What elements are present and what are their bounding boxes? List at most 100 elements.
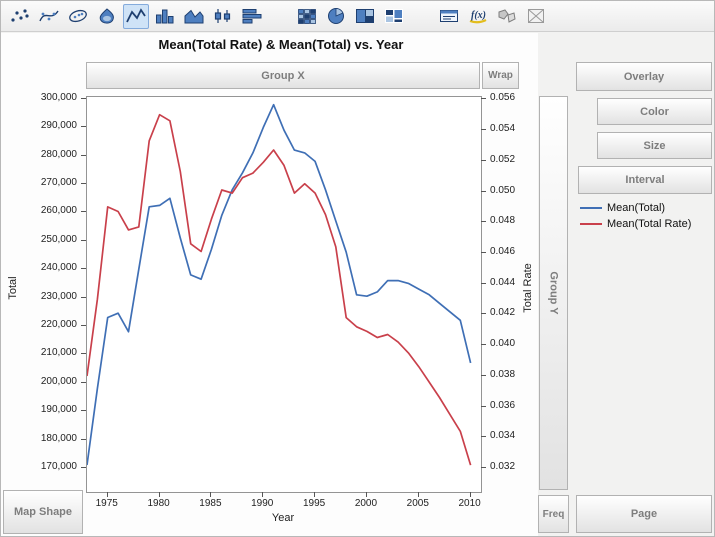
x-tick-label: 2005 (398, 498, 438, 509)
drop-zone-map-shape[interactable]: Map Shape (3, 490, 83, 534)
y-left-tick-label: 230,000 (41, 291, 77, 302)
y-axis-left-label: Total (7, 276, 19, 299)
x-tick-mark (470, 492, 471, 497)
x-tick-label: 2010 (450, 498, 490, 509)
y-left-tick-mark (81, 155, 86, 156)
x-tick-mark (159, 492, 160, 497)
y-right-tick-label: 0.032 (490, 461, 515, 472)
x-tick-mark (210, 492, 211, 497)
y-left-tick-mark (81, 467, 86, 468)
y-left-tick-mark (81, 353, 86, 354)
line-icon[interactable] (123, 4, 149, 29)
y-left-tick-label: 260,000 (41, 205, 77, 216)
y-axis-right-label: Total Rate (522, 263, 534, 313)
y-left-tick-mark (81, 410, 86, 411)
x-tick-mark (314, 492, 315, 497)
y-left-tick-label: 200,000 (41, 376, 77, 387)
x-axis-ticks: 19751980198519901995200020052010 (86, 492, 481, 512)
x-axis-label: Year (86, 512, 480, 524)
x-tick-label: 1995 (294, 498, 334, 509)
drop-zone-group-y[interactable]: Group Y (539, 96, 568, 490)
legend-item[interactable]: Mean(Total Rate) (580, 218, 712, 230)
toolbar: f(x) (1, 1, 715, 32)
y-left-tick-label: 210,000 (41, 347, 77, 358)
box-plot-icon[interactable] (210, 4, 236, 29)
y-left-tick-mark (81, 297, 86, 298)
y-right-tick-label: 0.050 (490, 185, 515, 196)
pie-icon[interactable] (323, 4, 349, 29)
y-right-tick-mark (481, 436, 486, 437)
y-left-tick-mark (81, 126, 86, 127)
y-right-tick-label: 0.048 (490, 215, 515, 226)
drop-zone-freq[interactable]: Freq (538, 495, 569, 533)
y-right-tick-label: 0.056 (490, 92, 515, 103)
legend-label: Mean(Total Rate) (607, 218, 691, 230)
y-right-tick-label: 0.040 (490, 338, 515, 349)
x-tick-label: 1980 (139, 498, 179, 509)
y-left-tick-mark (81, 382, 86, 383)
smoother-icon[interactable] (36, 4, 62, 29)
points-icon[interactable] (7, 4, 33, 29)
y-left-tick-label: 170,000 (41, 461, 77, 472)
bar-icon[interactable] (152, 4, 178, 29)
y-right-tick-mark (481, 344, 486, 345)
area-icon[interactable] (181, 4, 207, 29)
x-tick-mark (262, 492, 263, 497)
chart-legend: Mean(Total) Mean(Total Rate) (580, 202, 712, 234)
drop-zone-wrap[interactable]: Wrap (482, 62, 519, 89)
y-left-tick-mark (81, 211, 86, 212)
size-zone-button[interactable]: Size (597, 132, 712, 159)
y-right-tick-label: 0.036 (490, 400, 515, 411)
y-axis-right-ticks: 0.0560.0540.0520.0500.0480.0460.0440.042… (481, 96, 523, 492)
graph-builder-window: f(x) Mean(Total Rate) & Mean(Total) vs. … (0, 0, 715, 537)
x-tick-label: 1975 (87, 498, 127, 509)
y-right-tick-label: 0.052 (490, 154, 515, 165)
y-right-tick-mark (481, 313, 486, 314)
heatmap-icon[interactable] (294, 4, 320, 29)
interval-zone-button[interactable]: Interval (578, 166, 712, 194)
x-tick-mark (418, 492, 419, 497)
mosaic-icon[interactable] (381, 4, 407, 29)
plot-area[interactable] (86, 96, 482, 493)
y-right-tick-mark (481, 252, 486, 253)
contour-icon[interactable] (94, 4, 120, 29)
treemap-icon[interactable] (352, 4, 378, 29)
chart-title: Mean(Total Rate) & Mean(Total) vs. Year (61, 37, 501, 52)
y-left-tick-mark (81, 439, 86, 440)
caption-box-icon[interactable] (436, 4, 462, 29)
drop-zone-page[interactable]: Page (576, 495, 712, 533)
y-left-tick-mark (81, 98, 86, 99)
y-right-tick-mark (481, 221, 486, 222)
color-zone-button[interactable]: Color (597, 98, 712, 125)
drop-zone-group-x[interactable]: Group X (86, 62, 480, 89)
y-right-tick-label: 0.044 (490, 277, 515, 288)
y-right-tick-mark (481, 467, 486, 468)
y-right-tick-label: 0.042 (490, 307, 515, 318)
line-chart (87, 97, 481, 492)
y-right-tick-mark (481, 406, 486, 407)
y-left-tick-label: 240,000 (41, 262, 77, 273)
y-right-tick-mark (481, 375, 486, 376)
y-left-tick-mark (81, 240, 86, 241)
legend-label: Mean(Total) (607, 202, 665, 214)
y-left-tick-label: 250,000 (41, 234, 77, 245)
legend-item[interactable]: Mean(Total) (580, 202, 712, 214)
y-left-tick-label: 180,000 (41, 433, 77, 444)
x-tick-label: 1985 (190, 498, 230, 509)
y-left-tick-label: 300,000 (41, 92, 77, 103)
map-shapes-icon[interactable] (494, 4, 520, 29)
none-icon[interactable] (523, 4, 549, 29)
y-left-tick-label: 190,000 (41, 404, 77, 415)
y-right-tick-mark (481, 98, 486, 99)
x-tick-label: 1990 (242, 498, 282, 509)
ellipse-icon[interactable] (65, 4, 91, 29)
y-left-tick-mark (81, 183, 86, 184)
y-right-tick-mark (481, 129, 486, 130)
series-line-mean-total-rate-[interactable] (87, 115, 471, 465)
formula-icon[interactable]: f(x) (465, 4, 491, 29)
histogram-icon[interactable] (239, 4, 265, 29)
y-right-tick-label: 0.054 (490, 123, 515, 134)
y-right-tick-mark (481, 191, 486, 192)
overlay-zone-button[interactable]: Overlay (576, 62, 712, 91)
x-tick-mark (107, 492, 108, 497)
